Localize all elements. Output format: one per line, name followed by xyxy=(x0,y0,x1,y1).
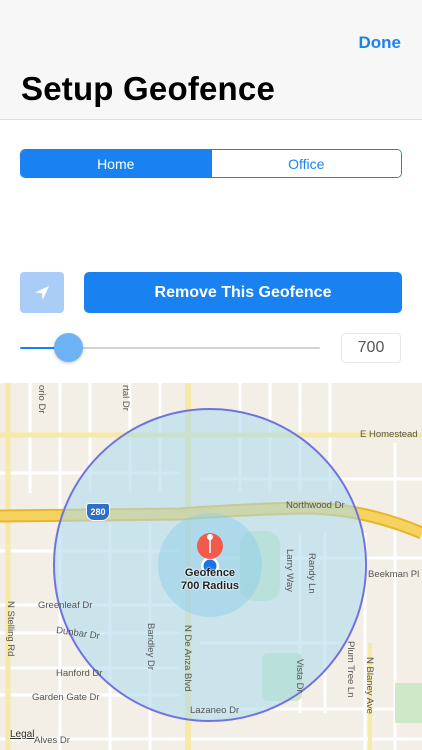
street-label-bandley: Bandley Dr xyxy=(145,623,156,670)
street-label-greenleaf: Greenleaf Dr xyxy=(38,600,93,611)
street-label-randy: Randy Ln xyxy=(306,553,317,594)
map-legal-link[interactable]: Legal xyxy=(10,729,34,740)
radius-value-field[interactable]: 700 xyxy=(341,333,401,363)
interstate-280-shield: 280 xyxy=(86,503,110,521)
location-arrow-icon xyxy=(35,285,49,300)
street-label-alves: Alves Dr xyxy=(34,735,70,746)
segment-office[interactable]: Office xyxy=(210,150,401,177)
street-label-stelling: N Stelling Rd xyxy=(5,601,16,657)
map-view[interactable]: 280 Geofence 700 Radius E Homestead Nort… xyxy=(0,383,422,750)
geofence-settings-panel: Home Office Remove This Geofence 700 xyxy=(0,120,422,383)
navigation-bar: Done Setup Geofence xyxy=(0,0,422,120)
street-label-garden-gate: Garden Gate Dr xyxy=(32,692,100,703)
current-location-button[interactable] xyxy=(20,272,64,313)
street-label-northwood: Northwood Dr xyxy=(286,500,345,511)
street-label-larry: Larry Way xyxy=(284,549,295,592)
done-button[interactable]: Done xyxy=(359,33,402,53)
map-pin-icon xyxy=(197,533,223,559)
geofence-pin-label: Geofence 700 Radius xyxy=(181,567,239,593)
slider-thumb[interactable] xyxy=(54,333,83,362)
street-label-homestead: E Homestead xyxy=(360,429,418,440)
pin-subtitle: 700 Radius xyxy=(180,580,240,592)
street-label-orio: orio Dr xyxy=(36,385,47,414)
street-label-hanford: Hanford Dr xyxy=(56,668,103,679)
street-label-vista: Vista Dr xyxy=(294,659,305,693)
remove-geofence-button[interactable]: Remove This Geofence xyxy=(84,272,402,313)
street-label-lazaneo: Lazaneo Dr xyxy=(190,705,240,716)
pin-title: Geofence xyxy=(184,567,236,579)
street-label-de-anza: N De Anza Blvd xyxy=(182,625,193,692)
page-title: Setup Geofence xyxy=(21,70,276,107)
segment-home[interactable]: Home xyxy=(21,150,211,177)
street-label-blaney: N Blaney Ave xyxy=(364,657,375,714)
street-label-portal: rtal Dr xyxy=(120,385,131,411)
radius-slider[interactable] xyxy=(20,332,320,364)
location-segmented-control: Home Office xyxy=(20,149,402,178)
street-label-beekman: Beekman Pl xyxy=(368,569,420,580)
street-label-plum-tree: Plum Tree Ln xyxy=(345,641,356,698)
